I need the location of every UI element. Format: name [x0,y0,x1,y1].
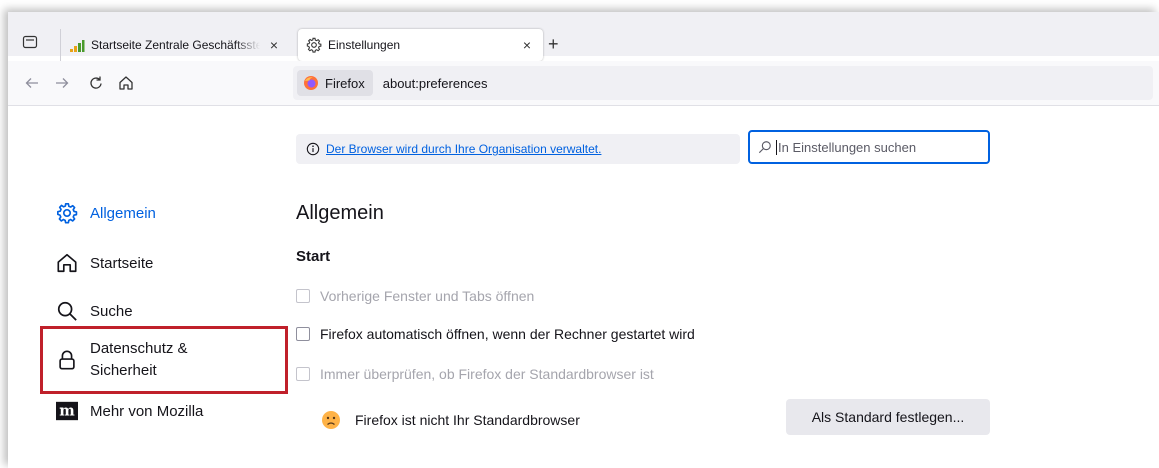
url-text[interactable]: about:preferences [383,76,488,91]
identity-box[interactable]: Firefox [297,70,373,96]
bar-chart-favicon-icon [70,40,85,52]
search-input[interactable] [776,139,978,155]
set-default-button[interactable]: Als Standard festlegen... [786,399,990,435]
close-tab-icon[interactable]: × [519,37,535,53]
default-browser-status: Firefox ist nicht Ihr Standardbrowser [321,410,580,430]
checkbox[interactable] [296,327,310,341]
navigation-toolbar: Firefox about:preferences [8,61,1159,106]
tab-title: Einstellungen [328,38,401,52]
checkbox-label: Firefox automatisch öffnen, wenn der Rec… [320,326,695,342]
tab-einstellungen[interactable]: Einstellungen × [298,29,543,61]
firefox-logo-icon [304,76,318,90]
section-title: Start [296,248,331,265]
policies-notice: Der Browser wird durch Ihre Organisation… [296,134,740,164]
settings-search[interactable] [748,130,990,164]
search-icon [57,301,77,321]
page-title: Allgemein [296,202,384,224]
sidebar-item-startseite[interactable]: Startseite [56,252,153,274]
sidebar-item-label: Suche [90,302,133,320]
policies-link[interactable]: Der Browser wird durch Ihre Organisation… [326,142,601,156]
svg-text:m: m [59,403,75,420]
label-line-2: Sicherheit [90,362,157,379]
sidebar-item-label: Mehr von Mozilla [90,402,204,420]
checkbox-always-check-default[interactable]: Immer überprüfen, ob Firefox der Standar… [296,366,654,382]
identity-label: Firefox [325,75,365,91]
close-tab-icon[interactable]: × [266,37,282,53]
forward-icon[interactable] [52,73,72,93]
sidebar-item-allgemein[interactable]: Allgemein [56,202,156,224]
tab-strip: Startseite Zentrale Geschäftsstel × Eins… [8,12,1159,61]
new-tab-button[interactable]: + [548,34,559,54]
search-icon [758,141,771,154]
sidebar-item-datenschutz[interactable]: Datenschutz & Sicherheit [56,338,188,382]
mozilla-icon: m [56,401,78,421]
sidebar-item-label: Allgemein [90,204,156,222]
back-icon[interactable] [22,73,42,93]
reload-icon[interactable] [86,73,106,93]
list-all-tabs-icon[interactable] [22,34,38,50]
info-icon [306,142,320,156]
sidebar-item-mozilla[interactable]: m Mehr von Mozilla [56,400,203,422]
checkbox[interactable] [296,289,310,303]
default-status-text: Firefox ist nicht Ihr Standardbrowser [355,412,580,428]
home-icon [57,253,77,273]
tab-title: Startseite Zentrale Geschäftsstel [91,38,260,52]
gear-icon [57,203,78,224]
checkbox[interactable] [296,367,310,381]
tab-startseite[interactable]: Startseite Zentrale Geschäftsstel × [60,29,290,61]
gear-favicon-icon [306,37,322,53]
checkbox-autostart[interactable]: Firefox automatisch öffnen, wenn der Rec… [296,326,695,342]
sidebar-item-suche[interactable]: Suche [56,300,133,322]
url-bar[interactable]: Firefox about:preferences [293,66,1153,100]
checkbox-label: Vorherige Fenster und Tabs öffnen [320,288,535,304]
checkbox-label: Immer überprüfen, ob Firefox der Standar… [320,366,654,382]
browser-window: Startseite Zentrale Geschäftsstel × Eins… [8,12,1159,468]
sidebar-item-label: Datenschutz & Sicherheit [90,338,188,382]
checkbox-restore-session[interactable]: Vorherige Fenster und Tabs öffnen [296,288,534,304]
lock-icon [59,350,75,370]
sad-face-icon [322,411,340,429]
label-line-1: Datenschutz & [90,340,188,357]
home-button-icon[interactable] [116,73,136,93]
sidebar-item-label: Startseite [90,254,154,272]
